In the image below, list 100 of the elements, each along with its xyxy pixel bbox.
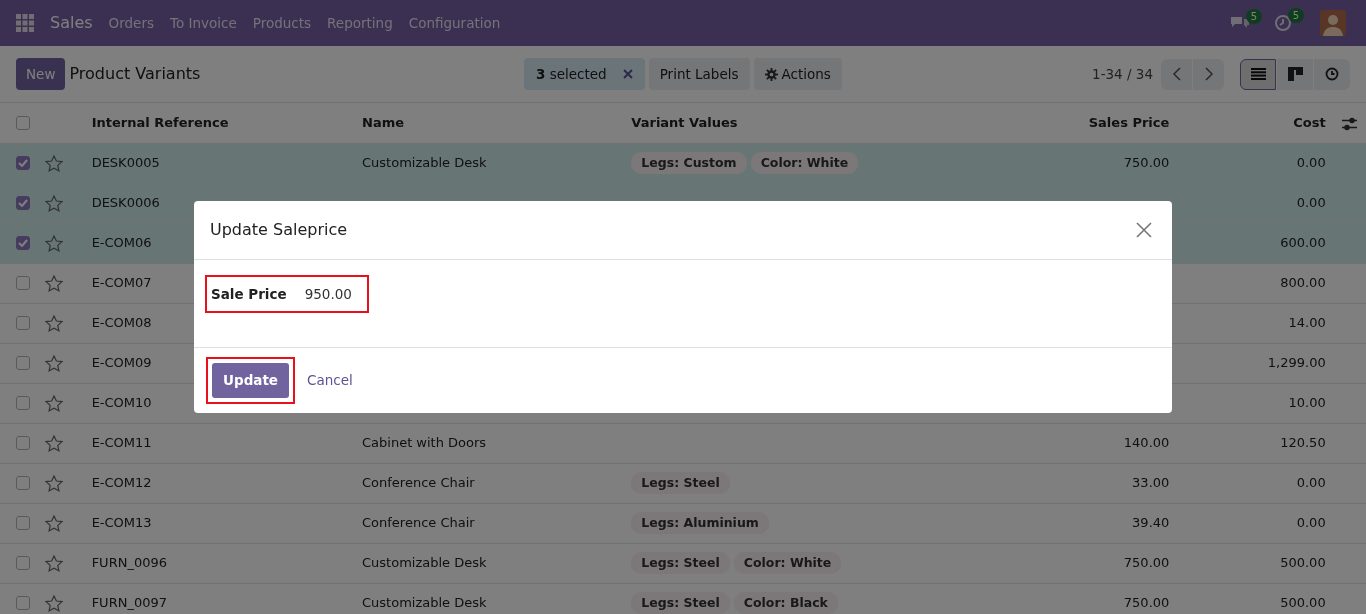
count-badge: 5 [1245,8,1262,24]
table-cell: Customizable Desk [362,155,487,171]
checkbox[interactable] [16,396,30,410]
table-cell: Conference Chair [362,515,475,531]
column-header[interactable]: Cost [1293,115,1326,130]
clear-icon[interactable] [622,69,633,79]
star-icon[interactable] [45,435,64,453]
variant-tag: Color: White [733,551,842,575]
variant-tag: Legs: Steel [631,471,730,495]
star-icon[interactable] [45,275,64,293]
star-icon[interactable] [45,515,64,533]
list-view-icon [1250,68,1266,80]
table-cell: 10.00 [1288,395,1326,411]
kanban-view-icon [1287,67,1303,81]
table-cell: 14.00 [1288,315,1326,331]
star-icon[interactable] [45,315,64,333]
star-icon[interactable] [45,595,64,613]
view-button[interactable] [1240,58,1276,90]
update-button[interactable]: Update [212,363,289,398]
table-cell: Customizable Desk [362,555,487,571]
table-cell: FURN_0096 [91,555,167,571]
variant-tag: Color: White [750,151,859,175]
variant-tag: Legs: Steel [631,551,730,575]
table-cell: E-COM07 [91,275,152,291]
checkbox[interactable] [16,476,30,490]
gear-icon [764,67,778,81]
next-icon [1203,67,1214,81]
new-button[interactable]: New [16,57,66,91]
table-cell: 750.00 [1123,155,1170,171]
star-icon[interactable] [45,555,64,573]
pager-value[interactable]: 1-34 / 34 [1092,63,1153,85]
column-header[interactable]: Internal Reference [91,115,229,130]
star-icon[interactable] [45,155,64,173]
checkbox[interactable] [16,516,30,530]
table-cell: 39.40 [1132,515,1170,531]
selection-count: 3 selected [536,64,607,84]
checkbox[interactable] [16,236,30,250]
table-cell: 0.00 [1296,475,1326,491]
previous-button[interactable] [1161,58,1192,90]
star-icon[interactable] [45,355,64,373]
column-header[interactable]: Name [362,115,404,130]
variant-tag: Legs: Steel [631,591,730,614]
table-cell: 750.00 [1123,555,1170,571]
close-icon[interactable] [1136,222,1152,238]
checkbox[interactable] [16,276,30,290]
checkbox[interactable] [16,196,30,210]
checkbox[interactable] [16,596,30,610]
star-icon[interactable] [45,395,64,413]
checkbox[interactable] [16,436,30,450]
menu-item[interactable]: Reporting [327,12,393,34]
checkbox[interactable] [16,556,30,570]
star-icon[interactable] [45,195,64,213]
table-cell: E-COM08 [91,315,152,331]
actions-button[interactable]: Actions [753,57,842,91]
table-cell: 750.00 [1123,595,1170,611]
clock-view-icon [1325,67,1339,81]
checkbox[interactable] [16,356,30,370]
checkbox[interactable] [16,115,30,130]
input-field[interactable]: 950.00 [302,282,363,306]
menu-item[interactable]: Orders [108,12,154,34]
field-label: Sale Price [211,284,287,304]
table-cell: 0.00 [1296,155,1326,171]
count-badge: 5 [1287,8,1304,23]
app-name[interactable]: Sales [50,11,93,35]
menu-item[interactable]: Products [252,12,312,34]
avatar[interactable] [1320,10,1346,36]
table-cell: Customizable Desk [362,595,487,611]
checkbox[interactable] [16,156,30,170]
table-cell: E-COM12 [91,475,152,491]
app-menu-icon[interactable] [16,14,34,32]
table-cell: E-COM09 [91,355,152,371]
next-button[interactable] [1193,58,1224,90]
checkbox[interactable] [16,316,30,330]
star-icon[interactable] [45,475,64,493]
table-cell: 0.00 [1296,195,1326,211]
table-cell: 0.00 [1296,515,1326,531]
page-title: Product Variants [69,63,201,85]
menu-item[interactable]: Configuration [408,12,501,34]
menu-item[interactable]: To Invoice [170,12,237,34]
column-header[interactable]: Variant Values [631,115,738,130]
star-icon[interactable] [45,235,64,253]
variant-tag: Legs: Custom [631,151,747,175]
table-cell: 140.00 [1123,435,1170,451]
table-cell: DESK0006 [91,195,160,211]
clock-icon[interactable] [1274,14,1292,32]
table-cell: 500.00 [1280,595,1326,611]
table-cell: 120.50 [1280,435,1326,451]
variant-tag: Color: Black [733,591,838,614]
cancel-link[interactable]: Cancel [307,370,353,391]
print-labels-button[interactable]: Print Labels [648,57,750,91]
column-header[interactable]: Sales Price [1088,115,1170,130]
table-cell: E-COM11 [91,435,152,451]
dialog-title: Update Saleprice [210,219,348,241]
table-cell: FURN_0097 [91,595,167,611]
table-cell: DESK0005 [91,155,160,171]
table-cell: 1,299.00 [1267,355,1326,371]
settings-icon[interactable] [1341,116,1357,131]
table-cell: 800.00 [1280,275,1326,291]
table-cell: E-COM13 [91,515,152,531]
table-cell: 33.00 [1132,475,1170,491]
